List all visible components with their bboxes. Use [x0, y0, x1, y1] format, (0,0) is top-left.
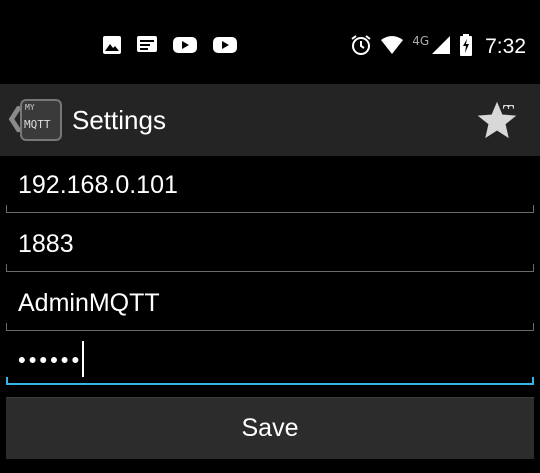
password-field-value: •••••• [18, 347, 83, 373]
text-cursor [82, 341, 85, 377]
password-field-content: •••••• [18, 341, 85, 379]
message-icon [136, 35, 158, 59]
app-logo-line2: MQTT [24, 118, 51, 131]
battery-charging-icon [459, 34, 473, 60]
save-button[interactable]: Save [6, 397, 534, 459]
page-title: Settings [72, 105, 166, 135]
status-bar: 4G 7:32 [0, 0, 540, 84]
field-underline [6, 205, 534, 213]
youtube-icon [172, 35, 198, 59]
notification-icons [102, 36, 238, 58]
network-type: 4G [412, 34, 430, 48]
port-field-value: 1883 [18, 230, 74, 258]
app-logo-line1: MY [25, 103, 35, 112]
image-icon [102, 35, 122, 59]
youtube-icon [212, 35, 238, 59]
field-underline [6, 264, 534, 272]
field-underline-focused [6, 377, 534, 385]
action-bar: ❮ MY MQTT Settings [0, 84, 540, 156]
cell-signal-icon [431, 35, 451, 59]
host-field-value: 192.168.0.101 [18, 171, 178, 199]
port-field[interactable]: 1883 [6, 214, 534, 272]
alarm-icon [350, 34, 372, 60]
username-field[interactable]: AdminMQTT [6, 273, 534, 331]
star-icon [474, 101, 520, 144]
system-icons: 4G 7:32 [350, 32, 526, 62]
app-logo-icon[interactable]: MY MQTT [20, 99, 62, 141]
password-field[interactable]: •••••• [6, 329, 534, 385]
clock: 7:32 [485, 35, 526, 58]
wifi-icon [380, 35, 404, 59]
host-field[interactable]: 192.168.0.101 [6, 155, 534, 213]
username-field-value: AdminMQTT [18, 289, 160, 317]
favorite-button[interactable] [474, 100, 520, 140]
